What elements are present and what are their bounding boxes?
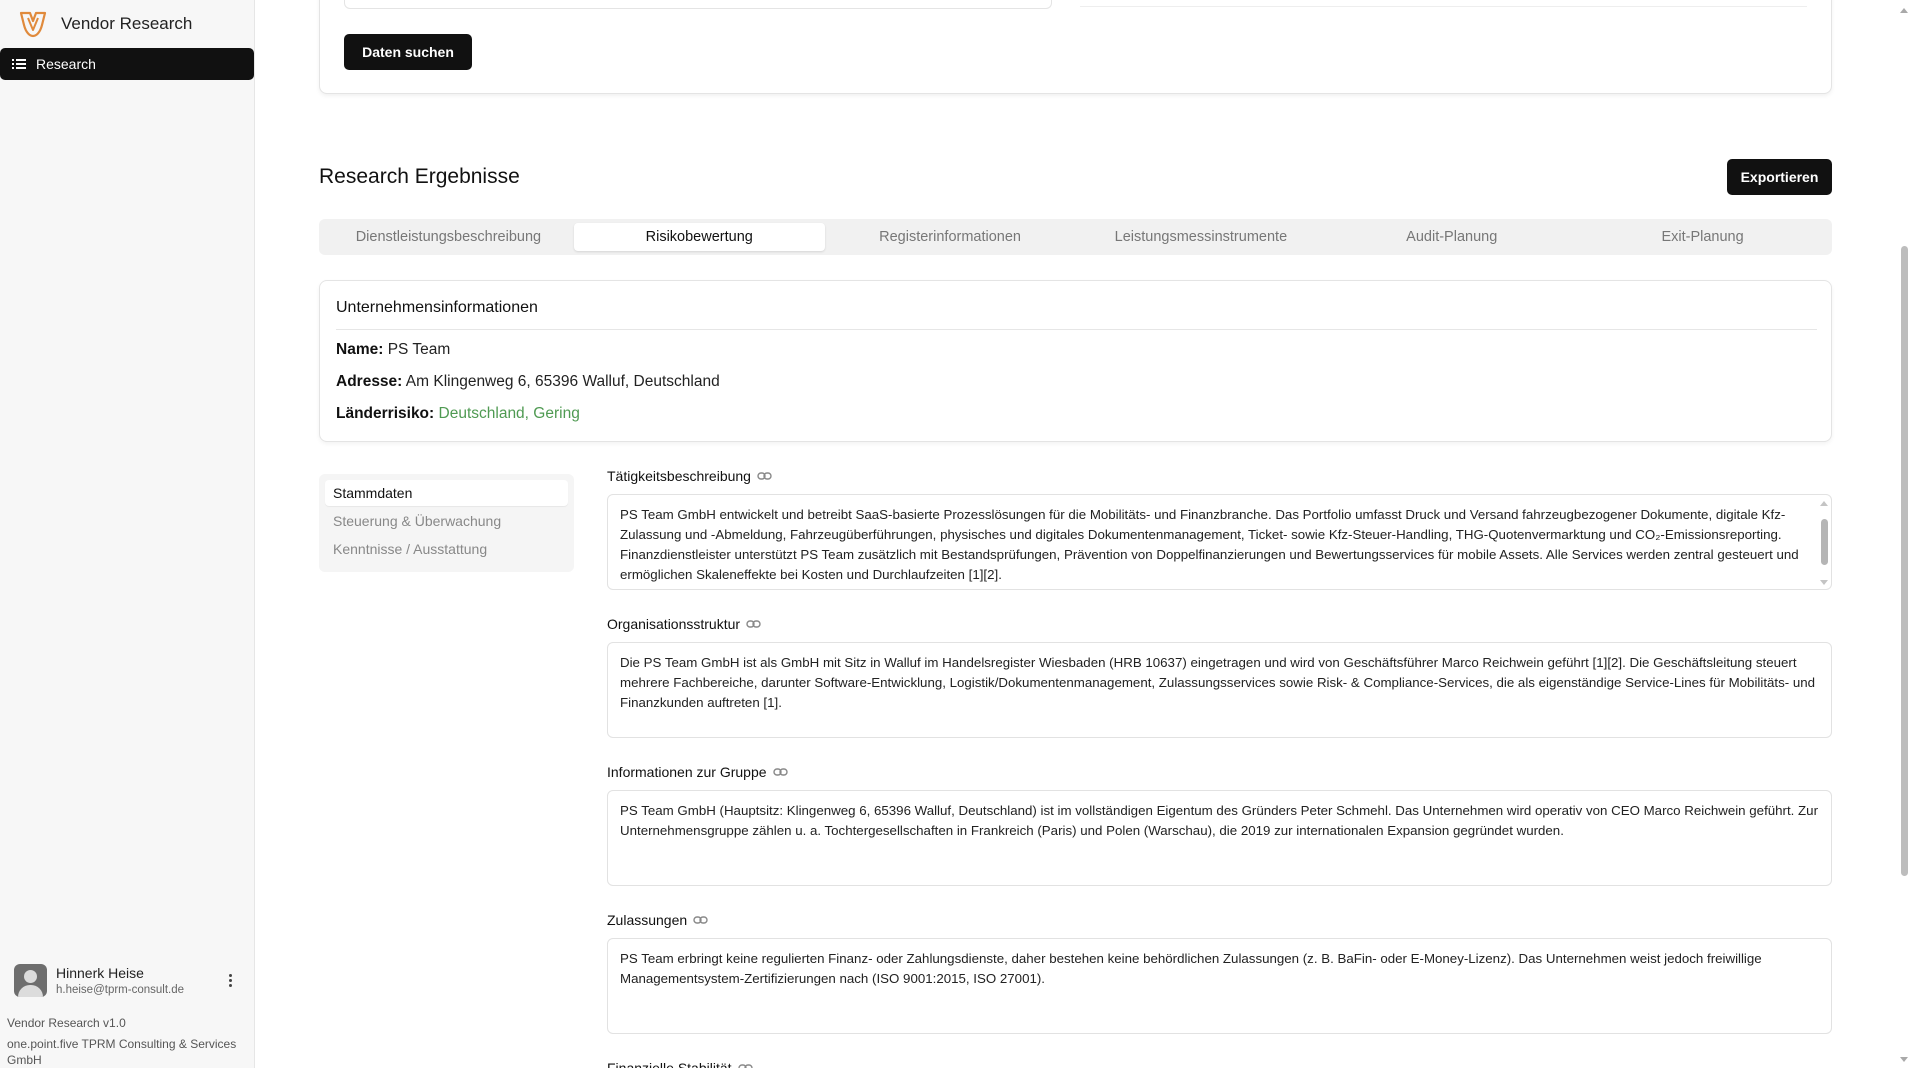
company-info-title: Unternehmensinformationen [336,299,538,316]
brand: Vendor Research [0,0,254,48]
link-icon[interactable] [772,767,788,777]
tab-leistungsmessinstrumente[interactable]: Leistungsmessinstrumente [1075,223,1326,251]
scrollbar-thumb[interactable] [1901,246,1908,876]
subnav-item-stammdaten[interactable]: Stammdaten [325,480,568,506]
company-address-value: Am Klingenweg 6, 65396 Walluf, Deutschla… [405,373,720,390]
link-icon[interactable] [737,1063,753,1068]
company-name-row: Name: PS Team [336,341,450,359]
user-profile[interactable]: Hinnerk Heise h.heise@tprm-consult.de [14,964,240,997]
section-label: Organisationsstruktur [607,616,741,632]
country-risk-label: Länderrisiko: [336,405,435,422]
section-text-box[interactable]: PS Team GmbH entwickelt und betreibt Saa… [607,494,1832,590]
page-scrollbar[interactable] [1896,0,1912,1068]
section-zulassungen: Zulassungen PS Team erbringt keine regul… [607,911,1832,1034]
search-input[interactable] [344,0,1052,9]
list-icon [12,59,26,69]
textbox-scrollbar[interactable] [1819,501,1829,585]
tab-risikobewertung[interactable]: Risikobewertung [573,223,825,251]
section-organisationsstruktur: Organisationsstruktur Die PS Team GmbH i… [607,615,1832,738]
search-data-button[interactable]: Daten suchen [344,34,472,70]
app-version: Vendor Research v1.0 [7,1016,126,1030]
company-info-card: Unternehmensinformationen Name: PS Team … [319,280,1832,442]
user-name: Hinnerk Heise [56,965,144,981]
sidebar: Vendor Research Research Hinnerk Heise h… [0,0,255,1068]
link-icon[interactable] [693,915,708,925]
company-address-row: Adresse: Am Klingenweg 6, 65396 Walluf, … [336,373,720,391]
section-text: PS Team GmbH entwickelt und betreibt Saa… [620,507,1799,582]
section-label: Informationen zur Gruppe [607,764,767,780]
section-label: Tätigkeitsbeschreibung [607,468,751,484]
subnav-item-kenntnisse[interactable]: Kenntnisse / Ausstattung [325,536,568,562]
section-informationen-zur-gruppe: Informationen zur Gruppe PS Team GmbH (H… [607,763,1832,886]
results-title: Research Ergebnisse [319,165,520,188]
section-taetigkeitsbeschreibung: Tätigkeitsbeschreibung PS Team GmbH entw… [607,467,1832,590]
link-icon[interactable] [757,471,772,481]
more-options-icon[interactable] [220,971,240,991]
country-risk-row: Länderrisiko: Deutschland, Gering [336,405,580,423]
divider [336,329,1817,330]
tab-dienstleistungsbeschreibung[interactable]: Dienstleistungsbeschreibung [323,223,574,251]
section-text: PS Team erbringt keine regulierten Finan… [620,951,1762,986]
section-text: PS Team GmbH (Hauptsitz: Klingenweg 6, 6… [620,803,1819,838]
sidebar-item-label: Research [36,56,96,72]
section-text: Die PS Team GmbH ist als GmbH mit Sitz i… [620,655,1816,710]
vendor-logo-icon [19,11,47,38]
app-title: Vendor Research [61,14,193,33]
country-risk-value: Deutschland, Gering [438,405,580,422]
section-finanzielle-stabilitaet: Finanzielle Stabilität [607,1059,1832,1068]
company-name-value: PS Team [387,341,451,358]
address-label: Adresse: [336,373,403,390]
tab-exit-planung[interactable]: Exit-Planung [1577,223,1828,251]
tab-registerinformationen[interactable]: Registerinformationen [825,223,1076,251]
results-tabs: Dienstleistungsbeschreibung Risikobewert… [319,219,1832,255]
name-label: Name: [336,341,384,358]
section-subnav: Stammdaten Steuerung & Überwachung Kennt… [319,474,574,572]
user-email: h.heise@tprm-consult.de [56,984,185,996]
section-text-box[interactable]: Die PS Team GmbH ist als GmbH mit Sitz i… [607,642,1832,738]
sidebar-item-research[interactable]: Research [0,48,254,80]
scroll-up-icon[interactable] [1900,8,1908,13]
export-button[interactable]: Exportieren [1727,159,1832,195]
search-card [319,0,1832,94]
section-label: Finanzielle Stabilität [607,1060,732,1068]
tab-audit-planung[interactable]: Audit-Planung [1326,223,1577,251]
company-name: one.point.five TPRM Consulting & Service… [7,1037,237,1067]
search-field-secondary[interactable] [1080,0,1807,7]
link-icon[interactable] [746,619,761,629]
section-label: Zulassungen [607,912,688,928]
section-text-box[interactable]: PS Team erbringt keine regulierten Finan… [607,938,1832,1034]
section-text-box[interactable]: PS Team GmbH (Hauptsitz: Klingenweg 6, 6… [607,790,1832,886]
scroll-down-icon[interactable] [1900,1057,1908,1062]
avatar [14,964,47,997]
subnav-item-steuerung[interactable]: Steuerung & Überwachung [325,508,568,534]
